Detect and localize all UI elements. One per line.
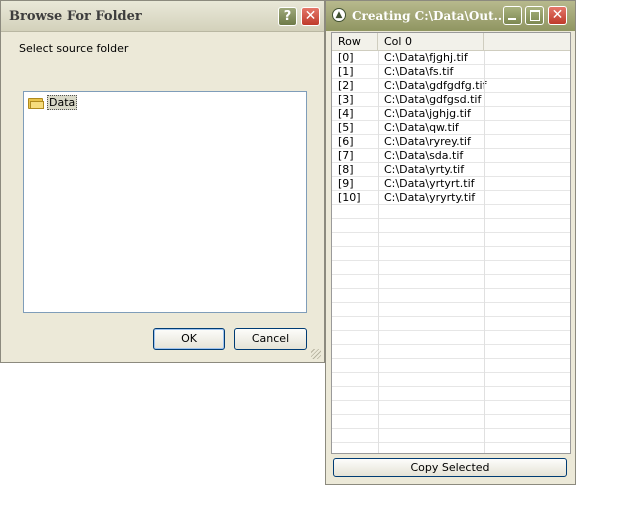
table-row[interactable]: [7] C:\Data\sda.tif [332, 149, 570, 163]
table-row[interactable]: [3] C:\Data\gdfgsd.tif [332, 93, 570, 107]
resize-grip-icon[interactable] [311, 349, 321, 359]
column-header-col0[interactable]: Col 0 [378, 33, 484, 50]
row-index-cell: [6] [338, 135, 354, 148]
creating-title: Creating C:\Data\Out... [352, 9, 507, 23]
row-path-cell: C:\Data\fs.tif [384, 65, 454, 78]
table-row[interactable]: [8] C:\Data\yrty.tif [332, 163, 570, 177]
tree-item-data[interactable]: Data [28, 95, 78, 110]
row-path-cell: C:\Data\gdfgsd.tif [384, 93, 482, 106]
copy-selected-button[interactable]: Copy Selected [333, 458, 567, 477]
column-header-row[interactable]: Row [332, 33, 378, 50]
browse-for-folder-dialog: Browse For Folder ? ✕ Select source fold… [0, 0, 325, 363]
row-path-cell: C:\Data\sda.tif [384, 149, 464, 162]
table-row[interactable]: [5] C:\Data\qw.tif [332, 121, 570, 135]
row-path-cell: C:\Data\gdfgdfg.tif [384, 79, 487, 92]
table-row[interactable]: [6] C:\Data\ryrey.tif [332, 135, 570, 149]
row-index-cell: [2] [338, 79, 354, 92]
row-index-cell: [7] [338, 149, 354, 162]
browse-prompt: Select source folder [19, 42, 129, 55]
table-row[interactable]: [2] C:\Data\gdfgdfg.tif [332, 79, 570, 93]
row-path-cell: C:\Data\yrty.tif [384, 163, 465, 176]
row-path-cell: C:\Data\ryrey.tif [384, 135, 471, 148]
creating-window: ▲ Creating C:\Data\Out... ✕ Row Col 0 [0… [325, 0, 576, 485]
row-index-cell: [5] [338, 121, 354, 134]
minimize-button[interactable] [503, 6, 522, 25]
row-path-cell: C:\Data\yrtyrt.tif [384, 177, 475, 190]
results-grid[interactable]: Row Col 0 [0] C:\Data\fjghj.tif [1] C:\Data… [331, 32, 571, 454]
row-index-cell: [8] [338, 163, 354, 176]
row-index-cell: [1] [338, 65, 354, 78]
cancel-button[interactable]: Cancel [234, 328, 307, 350]
creating-titlebar[interactable]: ▲ Creating C:\Data\Out... ✕ [326, 1, 575, 31]
row-path-cell: C:\Data\jghjg.tif [384, 107, 471, 120]
row-index-cell: [0] [338, 51, 354, 64]
table-row[interactable]: [4] C:\Data\jghjg.tif [332, 107, 570, 121]
folder-tree[interactable]: Data [23, 91, 307, 313]
ok-button[interactable]: OK [153, 328, 225, 350]
browse-close-button[interactable]: ✕ [301, 7, 320, 26]
row-index-cell: [3] [338, 93, 354, 106]
table-row[interactable]: [10] C:\Data\yryrty.tif [332, 191, 570, 205]
folder-icon [28, 97, 44, 109]
row-path-cell: C:\Data\qw.tif [384, 121, 459, 134]
grid-body: [0] C:\Data\fjghj.tif [1] C:\Data\fs.tif [2]… [332, 51, 570, 453]
tree-item-label: Data [47, 95, 78, 110]
app-icon[interactable]: ▲ [332, 8, 346, 22]
table-row[interactable]: [1] C:\Data\fs.tif [332, 65, 570, 79]
grid-header: Row Col 0 [332, 33, 570, 51]
row-index-cell: [10] [338, 191, 361, 204]
help-button[interactable]: ? [278, 7, 297, 26]
maximize-button[interactable] [525, 6, 544, 25]
row-index-cell: [9] [338, 177, 354, 190]
browse-title: Browse For Folder [9, 9, 142, 24]
row-index-cell: [4] [338, 107, 354, 120]
table-row[interactable]: [0] C:\Data\fjghj.tif [332, 51, 570, 65]
browse-titlebar[interactable]: Browse For Folder ? ✕ [1, 1, 324, 32]
row-path-cell: C:\Data\yryrty.tif [384, 191, 476, 204]
row-path-cell: C:\Data\fjghj.tif [384, 51, 468, 64]
creating-close-button[interactable]: ✕ [548, 6, 567, 25]
table-row[interactable]: [9] C:\Data\yrtyrt.tif [332, 177, 570, 191]
